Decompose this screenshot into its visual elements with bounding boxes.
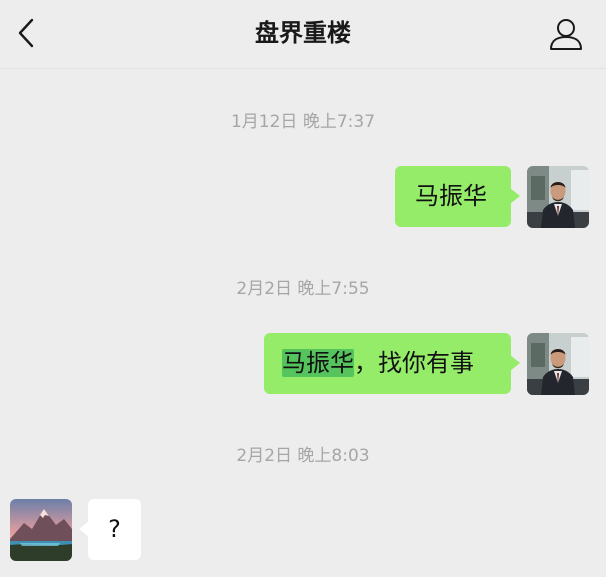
- message-text: ，找你有事: [354, 349, 474, 377]
- person-icon: [550, 19, 582, 50]
- message-text: 马振华: [415, 182, 487, 210]
- chat-title: 盘界重楼: [255, 19, 351, 47]
- my-avatar[interactable]: [527, 333, 589, 395]
- chat-header: 盘界重楼: [0, 0, 606, 69]
- sent-message-bubble[interactable]: 马振华: [395, 166, 520, 227]
- search-highlight: 马振华: [282, 349, 354, 377]
- message-timestamp: 1月12日 晚上7:37: [230, 112, 376, 132]
- message-text: ?: [108, 515, 121, 543]
- message-timestamp: 2月2日 晚上8:03: [236, 446, 370, 466]
- sent-message-bubble[interactable]: 马振华，找你有事: [264, 333, 520, 394]
- my-avatar[interactable]: [527, 166, 589, 228]
- contact-avatar[interactable]: [10, 499, 72, 561]
- received-message-bubble[interactable]: ?: [79, 499, 141, 560]
- chat-info-button[interactable]: [546, 14, 586, 54]
- message-timestamp: 2月2日 晚上7:55: [236, 279, 370, 299]
